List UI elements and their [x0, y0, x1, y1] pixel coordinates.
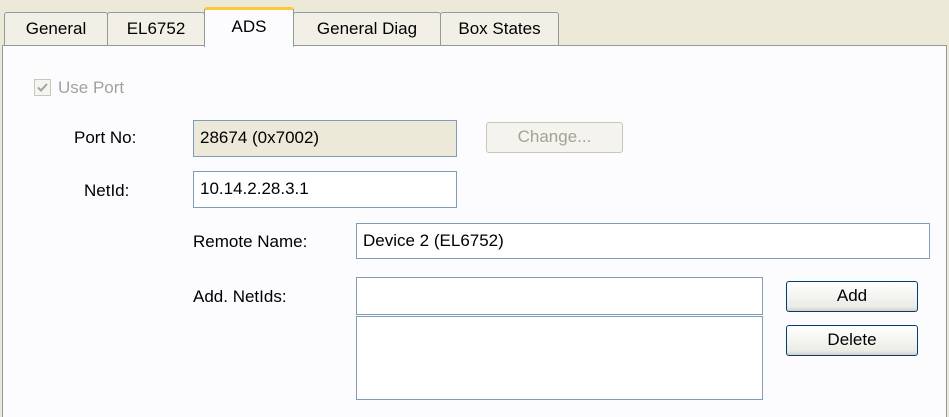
add-netids-input[interactable] [356, 277, 763, 315]
remote-name-field[interactable]: Device 2 (EL6752) [356, 223, 930, 259]
use-port-label: Use Port [58, 78, 125, 97]
tab-general[interactable]: General [4, 12, 108, 45]
port-no-label: Port No: [74, 128, 137, 147]
add-netids-list[interactable] [356, 316, 763, 400]
add-netids-label: Add. NetIds: [193, 287, 287, 306]
tab-general-diag[interactable]: General Diag [293, 12, 441, 45]
delete-button[interactable]: Delete [786, 325, 918, 356]
remote-name-label: Remote Name: [193, 232, 308, 251]
change-button[interactable]: Change... [486, 122, 623, 153]
tab-strip: General EL6752 ADS General Diag Box Stat… [0, 0, 949, 47]
tab-box-states[interactable]: Box States [440, 12, 559, 45]
checkbox-checked-icon [34, 79, 51, 96]
add-button[interactable]: Add [786, 281, 918, 312]
tab-ads[interactable]: ADS [204, 7, 294, 47]
netid-label: NetId: [84, 181, 130, 200]
netid-field[interactable]: 10.14.2.28.3.1 [193, 171, 457, 208]
tab-el6752[interactable]: EL6752 [107, 12, 205, 45]
port-no-field[interactable]: 28674 (0x7002) [193, 120, 457, 157]
